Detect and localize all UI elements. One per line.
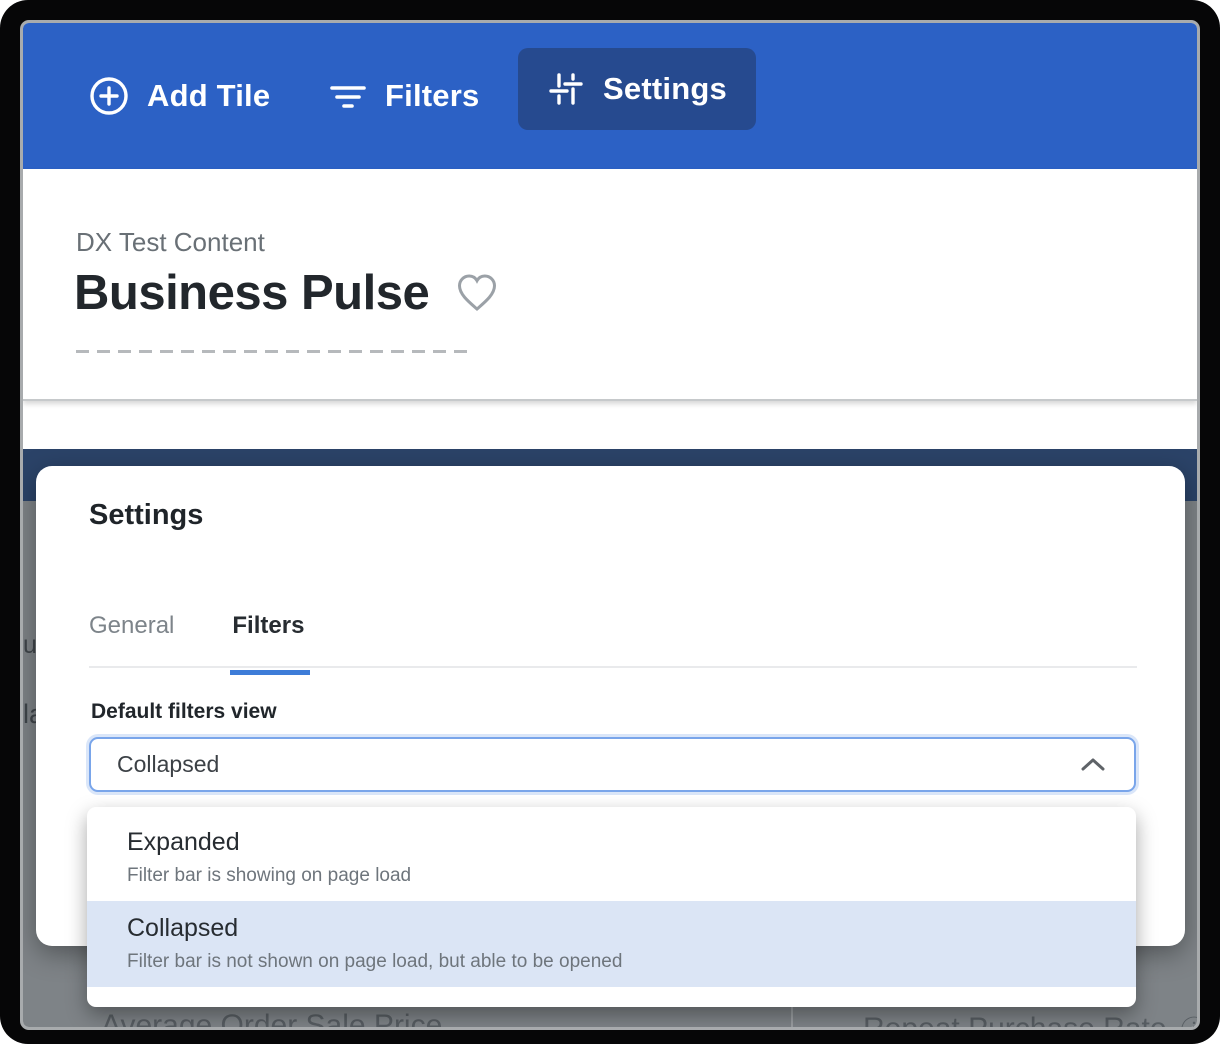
heart-outline-icon[interactable] <box>455 272 499 314</box>
app-window: Add Tile Filters <box>20 20 1200 1030</box>
title-dashed-underline <box>76 350 472 353</box>
option-title: Collapsed <box>127 914 1096 943</box>
default-filters-view-label: Default filters view <box>91 700 277 724</box>
option-description: Filter bar is showing on page load <box>127 865 1096 887</box>
settings-label: Settings <box>603 71 727 107</box>
dashboard-header: DX Test Content Business Pulse <box>23 169 1197 401</box>
select-value: Collapsed <box>117 751 1078 778</box>
filter-lines-icon <box>329 77 367 115</box>
plus-circle-icon <box>89 76 129 116</box>
sliders-icon <box>547 70 585 108</box>
filters-button[interactable]: Filters <box>329 56 479 136</box>
option-title: Expanded <box>127 828 1096 857</box>
add-tile-label: Add Tile <box>147 78 270 114</box>
default-filters-view-select[interactable]: Collapsed <box>89 737 1136 792</box>
tabs-divider <box>89 666 1137 668</box>
page-title: Business Pulse <box>74 265 429 321</box>
filters-label: Filters <box>385 78 479 114</box>
dimmed-tile-title: Repeat Purchase Rate ⓘ <box>863 1009 1197 1028</box>
settings-button[interactable]: Settings <box>518 48 756 130</box>
modal-title: Settings <box>89 499 203 532</box>
option-expanded[interactable]: Expanded Filter bar is showing on page l… <box>87 815 1136 901</box>
option-collapsed[interactable]: Collapsed Filter bar is not shown on pag… <box>87 901 1136 987</box>
breadcrumb-folder: DX Test Content <box>76 227 265 258</box>
dimmed-tile-title: Average Order Sale Price <box>101 1009 442 1028</box>
info-icon: ⓘ <box>1181 1009 1197 1028</box>
select-options-popup: Expanded Filter bar is showing on page l… <box>87 807 1136 1007</box>
option-description: Filter bar is not shown on page load, bu… <box>127 951 1096 973</box>
chevron-up-icon <box>1078 755 1108 775</box>
screenshot-frame: Add Tile Filters <box>0 0 1220 1044</box>
dashboard-toolbar: Add Tile Filters <box>23 23 1197 169</box>
add-tile-button[interactable]: Add Tile <box>89 56 270 136</box>
